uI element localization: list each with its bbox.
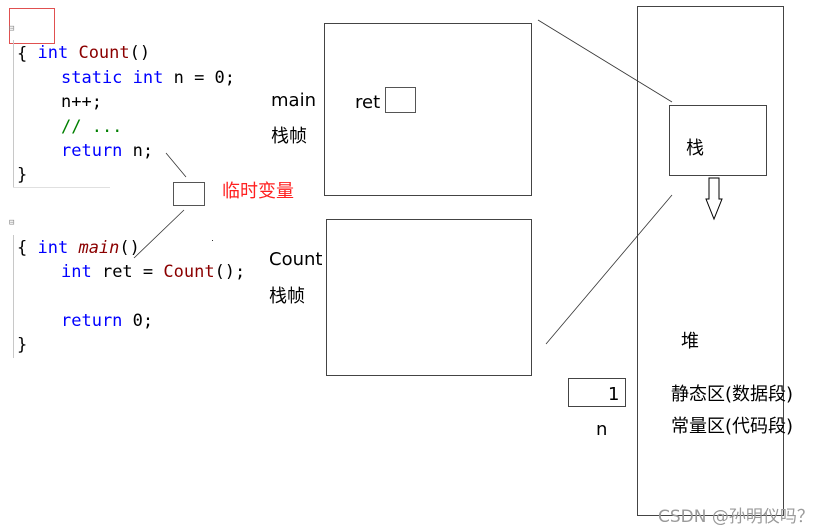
code-text: 0; (122, 311, 154, 331)
stack-label: 栈 (686, 138, 704, 159)
count-line-increment: n++; (61, 90, 102, 114)
watermark: CSDN @孙明仪吗？ (658, 507, 814, 527)
main-signature: int main() (17, 212, 140, 260)
connector-return-to-temp (165, 152, 187, 178)
type-keyword: int (37, 43, 69, 63)
function-call: Count (163, 262, 215, 282)
stray-dot (212, 240, 213, 241)
code-keyword: static int (61, 68, 164, 88)
main-frame-label: main (271, 90, 316, 111)
fold-marker-icon[interactable]: ⊟ (9, 218, 14, 228)
stack-region (669, 105, 767, 176)
main-line-call: int ret = Count(); (61, 260, 245, 284)
connector-temp-to-ret (133, 209, 185, 259)
ret-variable-box (385, 87, 416, 113)
temp-variable-box (173, 182, 205, 206)
fold-marker-icon[interactable]: ⊟ (9, 24, 14, 34)
parens: () (119, 238, 140, 258)
code-text: n++; (61, 92, 102, 112)
count-line-comment: // ... (61, 115, 122, 139)
memory-layout-column (637, 6, 784, 516)
close-brace: } (17, 165, 28, 185)
static-n-value: 1 (608, 384, 620, 405)
main-frame-suffix: 栈帧 (271, 126, 307, 147)
function-name: main (78, 238, 120, 258)
count-signature: int Count() (17, 17, 150, 65)
ret-label: ret (355, 92, 381, 113)
code-gutter-main (13, 235, 14, 358)
open-brace: { (17, 44, 28, 64)
main-line-return: return 0; (61, 309, 153, 333)
count-frame-suffix: 栈帧 (269, 286, 305, 307)
count-frame-label: Count (269, 249, 323, 270)
type-keyword: int (37, 238, 69, 258)
close-brace: } (17, 335, 28, 355)
count-line-return: return n; (61, 139, 153, 163)
temp-variable-label: 临时变量 (222, 181, 294, 202)
count-stack-frame (326, 219, 532, 376)
code-text: n = 0; (163, 68, 236, 88)
code-gutter-count (13, 40, 14, 188)
function-name: Count (78, 43, 130, 63)
code-keyword: int (61, 262, 92, 282)
static-n-label: n (596, 419, 608, 440)
code-separator (13, 187, 110, 188)
heap-label: 堆 (681, 331, 699, 352)
code-text: ret = (91, 262, 164, 282)
code-text: (); (214, 262, 246, 282)
parens: () (129, 43, 151, 63)
static-area-label: 静态区(数据段) (671, 384, 794, 405)
open-brace: { (17, 238, 28, 258)
code-comment: // ... (61, 117, 123, 137)
code-keyword: return (61, 311, 123, 331)
code-text: n; (122, 141, 154, 161)
code-keyword: return (61, 141, 123, 161)
const-area-label: 常量区(代码段) (671, 416, 794, 437)
count-line-static: static int n = 0; (61, 66, 235, 90)
